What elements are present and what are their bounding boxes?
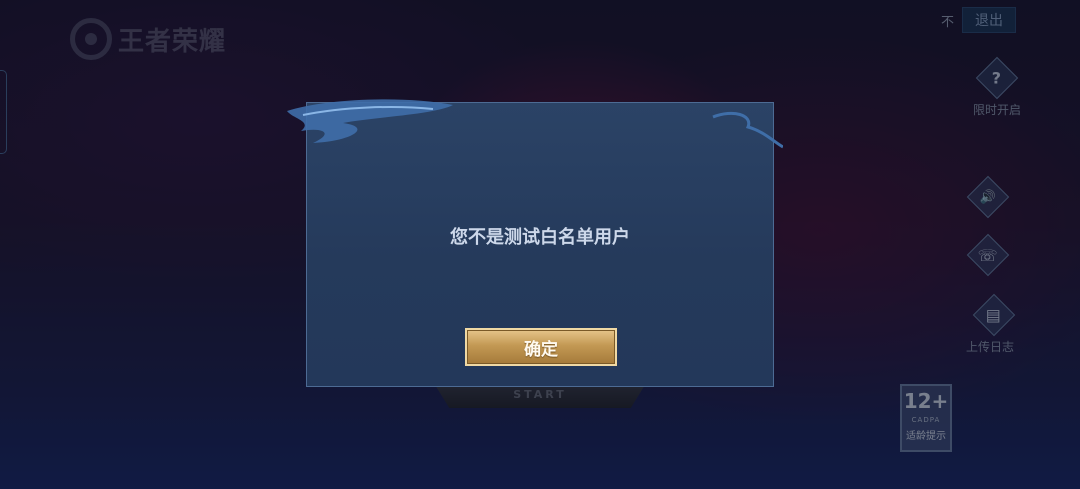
confirm-button[interactable]: 确定: [465, 328, 617, 366]
cloud-decoration-icon: [287, 99, 783, 149]
alert-dialog: 您不是测试白名单用户 确定: [287, 99, 783, 387]
dialog-message: 您不是测试白名单用户: [450, 227, 630, 248]
